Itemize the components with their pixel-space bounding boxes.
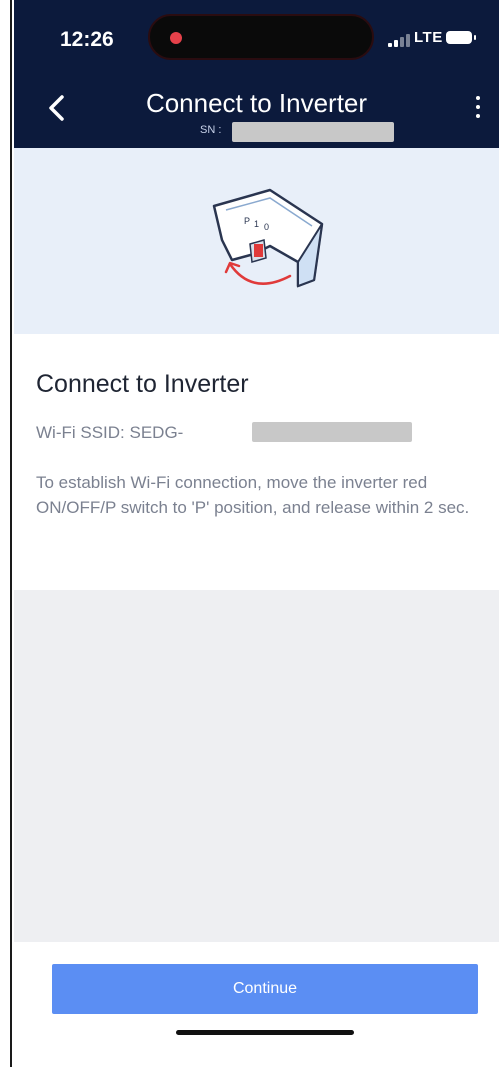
- instructions-text: To establish Wi-Fi connection, move the …: [36, 473, 470, 517]
- inverter-switch-illustration: P 1 0: [212, 188, 324, 288]
- network-type: LTE: [414, 29, 443, 46]
- continue-button[interactable]: Continue: [52, 964, 478, 1014]
- phone-screen: 12:26 LTE Connect to Inverter SN : P 1 0…: [14, 0, 499, 1067]
- serial-number-redaction: [232, 122, 394, 142]
- empty-content-area: [14, 590, 499, 942]
- switch-letter-p: P: [244, 216, 250, 226]
- wifi-ssid-redaction: [252, 422, 412, 442]
- section-title: Connect to Inverter: [36, 370, 249, 398]
- switch-letter-1: 1: [254, 219, 259, 229]
- dynamic-island: [148, 14, 374, 60]
- switch-letter-0: 0: [264, 222, 269, 232]
- battery-icon: [446, 31, 476, 44]
- more-options-button[interactable]: [470, 96, 486, 126]
- instructions-card: Connect to Inverter Wi-Fi SSID: SEDG- To…: [14, 334, 499, 590]
- status-bar: 12:26 LTE: [14, 0, 499, 66]
- footer: Continue: [14, 942, 499, 1067]
- screen-left-edge: [0, 0, 12, 1067]
- home-indicator[interactable]: [176, 1030, 354, 1035]
- recording-indicator-icon: [170, 32, 182, 44]
- red-switch-icon: [254, 244, 263, 257]
- status-time: 12:26: [60, 28, 114, 51]
- illustration-banner: P 1 0: [14, 148, 499, 334]
- app-header: 12:26 LTE Connect to Inverter SN :: [14, 0, 499, 148]
- page-title: Connect to Inverter: [145, 88, 368, 118]
- wifi-ssid-label: Wi-Fi SSID: SEDG-: [36, 423, 184, 442]
- nav-bar: Connect to Inverter SN :: [14, 66, 499, 148]
- cell-signal-icon: [388, 33, 410, 47]
- serial-number-label: SN :: [200, 124, 222, 136]
